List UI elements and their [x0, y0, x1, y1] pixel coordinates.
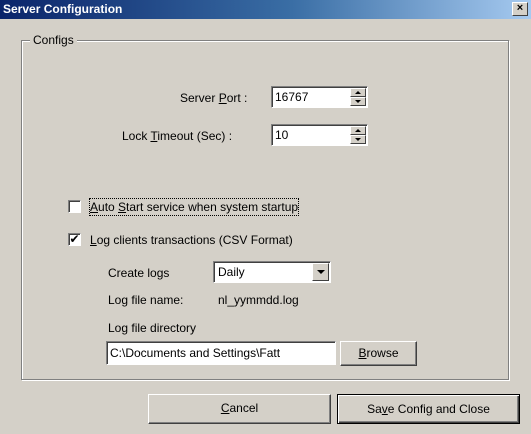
lock-timeout-spinbox[interactable]: 10: [271, 124, 368, 146]
lock-timeout-label: Lock Timeout (Sec) :: [122, 129, 233, 143]
dropdown-arrow-icon[interactable]: [312, 263, 329, 281]
log-file-name-label: Log file name:: [108, 293, 184, 307]
cancel-button[interactable]: Cancel: [148, 394, 331, 424]
server-port-label: Server Port :: [180, 91, 248, 105]
log-clients-checkbox[interactable]: ✔: [68, 233, 81, 246]
server-port-value: 16767: [275, 90, 309, 104]
create-logs-dropdown[interactable]: Daily: [213, 261, 331, 283]
window-title: Server Configuration: [3, 2, 123, 16]
log-file-name-value: nl_yymmdd.log: [218, 293, 299, 307]
server-port-spinbox[interactable]: 16767: [271, 86, 368, 108]
close-icon: ×: [516, 2, 524, 14]
close-button[interactable]: ×: [512, 2, 528, 16]
save-config-close-button[interactable]: Save Config and Close: [337, 394, 520, 424]
checkmark-icon: ✔: [69, 232, 80, 246]
configs-legend: Configs: [30, 32, 77, 48]
spin-down-arrow-icon[interactable]: [350, 97, 366, 106]
lock-timeout-value: 10: [275, 128, 289, 142]
log-directory-input[interactable]: C:\Documents and Settings\Fatt: [106, 341, 336, 365]
title-bar: Server Configuration ×: [0, 0, 531, 19]
create-logs-label: Create logs: [108, 266, 170, 280]
log-directory-label: Log file directory: [108, 321, 197, 335]
spin-up-arrow-icon[interactable]: [350, 126, 366, 135]
browse-button[interactable]: Browse: [340, 341, 417, 366]
create-logs-value: Daily: [218, 265, 245, 279]
auto-start-checkbox[interactable]: [68, 200, 81, 213]
log-clients-label[interactable]: Log clients transactions (CSV Format): [90, 232, 293, 248]
spin-up-arrow-icon[interactable]: [350, 88, 366, 97]
auto-start-label[interactable]: Auto Start service when system startup: [88, 198, 300, 216]
spin-down-arrow-icon[interactable]: [350, 135, 366, 144]
